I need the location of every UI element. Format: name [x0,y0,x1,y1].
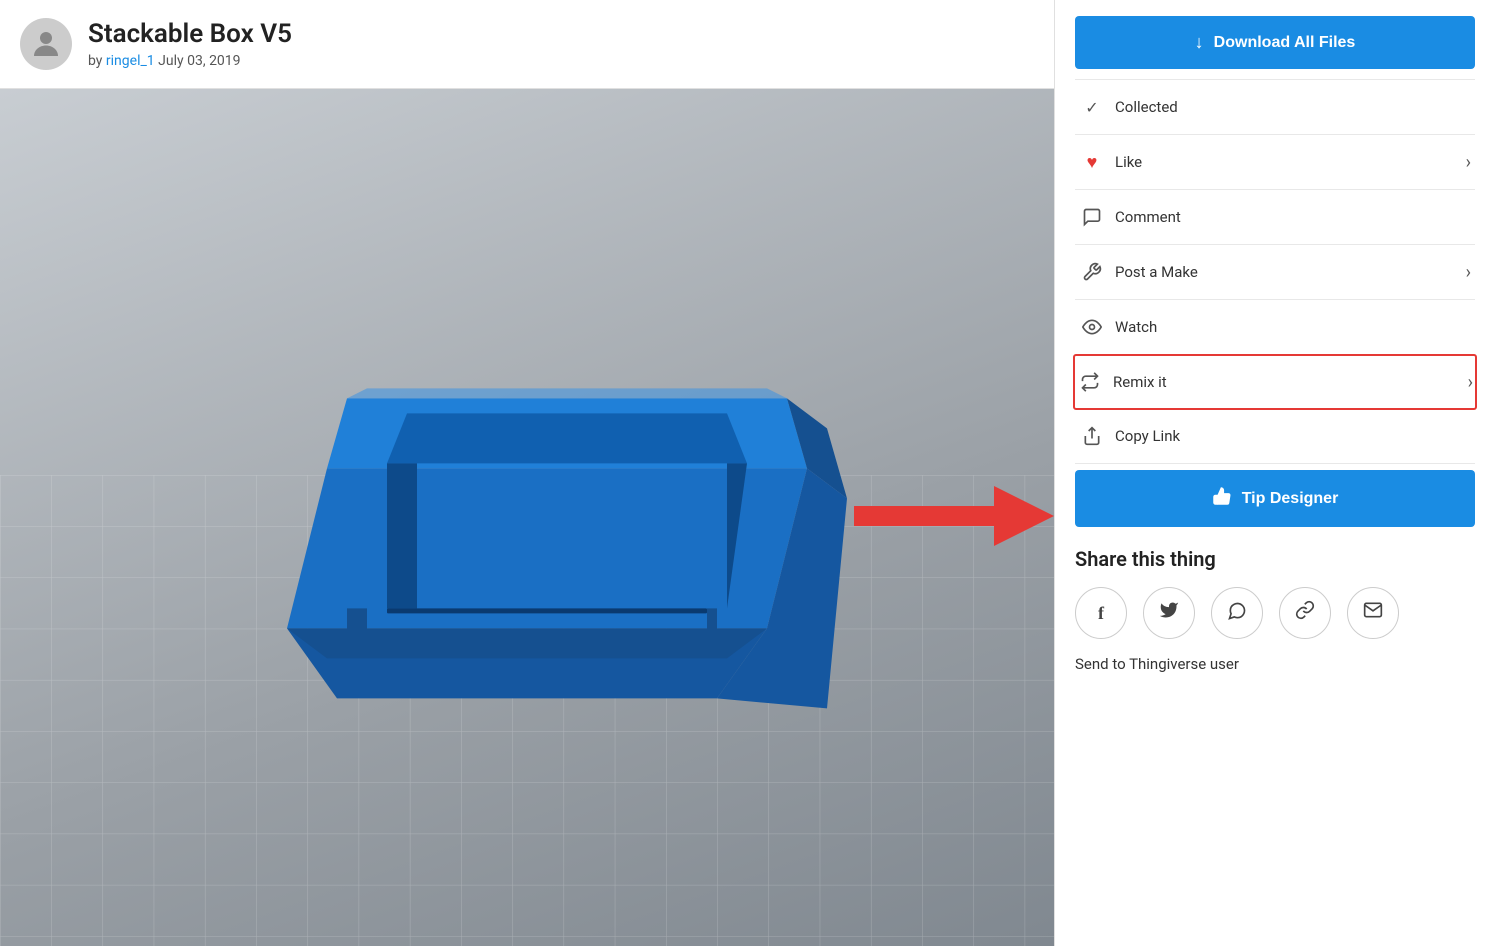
email-icon [1363,600,1383,626]
tip-label: Tip Designer [1242,490,1339,508]
share-section: Share this thing f [1075,547,1475,673]
avatar [20,18,72,70]
publish-date: July 03, 2019 [158,53,240,69]
link-icon [1295,600,1315,626]
post-make-arrow: › [1466,262,1471,283]
copy-link-icon [1079,423,1105,449]
page-layout: Stackable Box V5 by ringel_1 July 03, 20… [0,0,1495,946]
thing-header: Stackable Box V5 by ringel_1 July 03, 20… [0,0,1054,89]
comment-label: Comment [1115,208,1471,226]
share-title: Share this thing [1075,547,1475,571]
heart-icon: ♥ [1079,149,1105,175]
share-icons: f [1075,587,1475,639]
whatsapp-icon [1227,601,1247,626]
twitter-icon [1159,600,1179,626]
check-icon: ✓ [1079,94,1105,120]
download-all-button[interactable]: ↓ Download All Files [1075,16,1475,69]
collected-label: Collected [1115,98,1471,116]
download-icon: ↓ [1195,32,1204,53]
post-make-icon [1079,259,1105,285]
post-make-label: Post a Make [1115,263,1466,281]
comment-icon [1079,204,1105,230]
whatsapp-share-button[interactable] [1211,587,1263,639]
copy-link-label: Copy Link [1115,427,1471,445]
collected-item[interactable]: ✓ Collected [1075,80,1475,135]
like-item[interactable]: ♥ Like › [1075,135,1475,190]
post-make-item[interactable]: Post a Make › [1075,245,1475,300]
facebook-share-button[interactable]: f [1075,587,1127,639]
like-label: Like [1115,153,1466,171]
copy-link-item[interactable]: Copy Link [1075,409,1475,464]
page-title: Stackable Box V5 [88,19,292,50]
watch-item[interactable]: Watch [1075,300,1475,355]
3d-box [187,268,867,748]
title-block: Stackable Box V5 by ringel_1 July 03, 20… [88,19,292,69]
action-list: ✓ Collected ♥ Like › Comment [1075,79,1475,464]
download-label: Download All Files [1214,34,1356,52]
author-link[interactable]: ringel_1 [106,53,155,69]
email-share-button[interactable] [1347,587,1399,639]
thing-meta: by ringel_1 July 03, 2019 [88,53,292,69]
comment-item[interactable]: Comment [1075,190,1475,245]
link-share-button[interactable] [1279,587,1331,639]
tip-designer-button[interactable]: Tip Designer [1075,470,1475,527]
facebook-icon: f [1098,603,1104,624]
remix-label: Remix it [1113,373,1468,391]
by-label: by [88,53,102,69]
sidebar: ↓ Download All Files ✓ Collected ♥ Like … [1055,0,1495,946]
send-label: Send to Thingiverse user [1075,655,1475,673]
twitter-share-button[interactable] [1143,587,1195,639]
remix-arrow: › [1468,372,1473,393]
remix-icon [1077,369,1103,395]
model-image-area [0,89,1054,946]
like-arrow: › [1466,152,1471,173]
remix-item[interactable]: Remix it › [1073,354,1477,410]
watch-label: Watch [1115,318,1471,336]
main-content: Stackable Box V5 by ringel_1 July 03, 20… [0,0,1055,946]
watch-icon [1079,314,1105,340]
render-container [0,89,1054,946]
tip-icon [1212,486,1232,511]
